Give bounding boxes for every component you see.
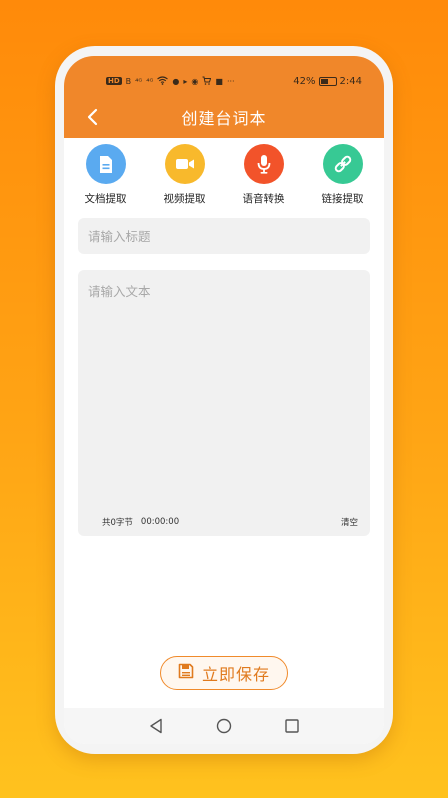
signal-icon: ⁴ᴳ [135, 76, 143, 86]
floppy-disk-icon [178, 663, 194, 683]
back-arrow-icon[interactable] [82, 107, 102, 127]
wifi-icon [157, 75, 169, 87]
char-count: 共0字节 [102, 518, 133, 528]
status-right: 42% 2:44 [293, 76, 362, 87]
app-header: 创建台词本 [64, 96, 384, 138]
document-icon [85, 144, 126, 184]
text-meta-row: 共0字节 00:00:00 清空 [102, 516, 358, 528]
tool-link-extract[interactable]: 链接提取 [308, 144, 378, 210]
app-badge-icon: ◉ [191, 76, 199, 86]
clock: 2:44 [339, 75, 362, 87]
text-area-container: 共0字节 00:00:00 清空 [78, 270, 370, 536]
status-icons: HD B ⁴ᴳ ⁴ᴳ ● ▸ ◉ ■ ··· [106, 75, 235, 87]
hd-icon: HD [106, 77, 122, 85]
tool-label: 语音转换 [242, 193, 285, 205]
b-icon: B [125, 76, 132, 86]
app-square-icon: ■ [215, 76, 223, 86]
tool-document-extract[interactable]: 文档提取 [71, 144, 141, 210]
microphone-icon [243, 144, 284, 184]
signal-icon-2: ⁴ᴳ [146, 76, 154, 86]
battery-percent: 42% [293, 75, 316, 87]
save-button[interactable]: 立即保存 [160, 656, 288, 690]
more-icon: ··· [226, 76, 235, 86]
system-nav-bar [64, 708, 384, 744]
status-bar: HD B ⁴ᴳ ⁴ᴳ ● ▸ ◉ ■ ··· 42% 2:44 [64, 56, 384, 96]
cart-icon [202, 76, 212, 87]
tool-label: 链接提取 [321, 193, 364, 205]
video-camera-icon [164, 144, 205, 184]
battery-icon [318, 76, 337, 86]
phone-frame: HD B ⁴ᴳ ⁴ᴳ ● ▸ ◉ ■ ··· 42% 2:44 创建台词本 文档… [55, 46, 393, 754]
tool-video-extract[interactable]: 视频提取 [150, 144, 220, 210]
notification-dot-icon: ● [172, 76, 180, 86]
page-title: 创建台词本 [181, 109, 267, 128]
home-circle-icon[interactable] [214, 716, 234, 736]
tool-label: 文档提取 [84, 193, 127, 205]
duration: 00:00:00 [140, 517, 180, 527]
save-label: 立即保存 [201, 665, 270, 684]
recents-square-icon[interactable] [282, 716, 302, 736]
back-triangle-icon[interactable] [146, 716, 166, 736]
play-icon: ▸ [183, 76, 188, 86]
app-screen: HD B ⁴ᴳ ⁴ᴳ ● ▸ ◉ ■ ··· 42% 2:44 创建台词本 文档… [64, 56, 384, 744]
extract-tools: 文档提取 视频提取 语音转换 链接提取 [64, 144, 384, 210]
tool-label: 视频提取 [163, 193, 206, 205]
tool-voice-convert[interactable]: 语音转换 [229, 144, 299, 210]
title-input[interactable] [78, 218, 370, 254]
link-icon [322, 144, 363, 184]
text-input[interactable] [78, 270, 370, 500]
clear-button[interactable]: 清空 [341, 516, 358, 528]
